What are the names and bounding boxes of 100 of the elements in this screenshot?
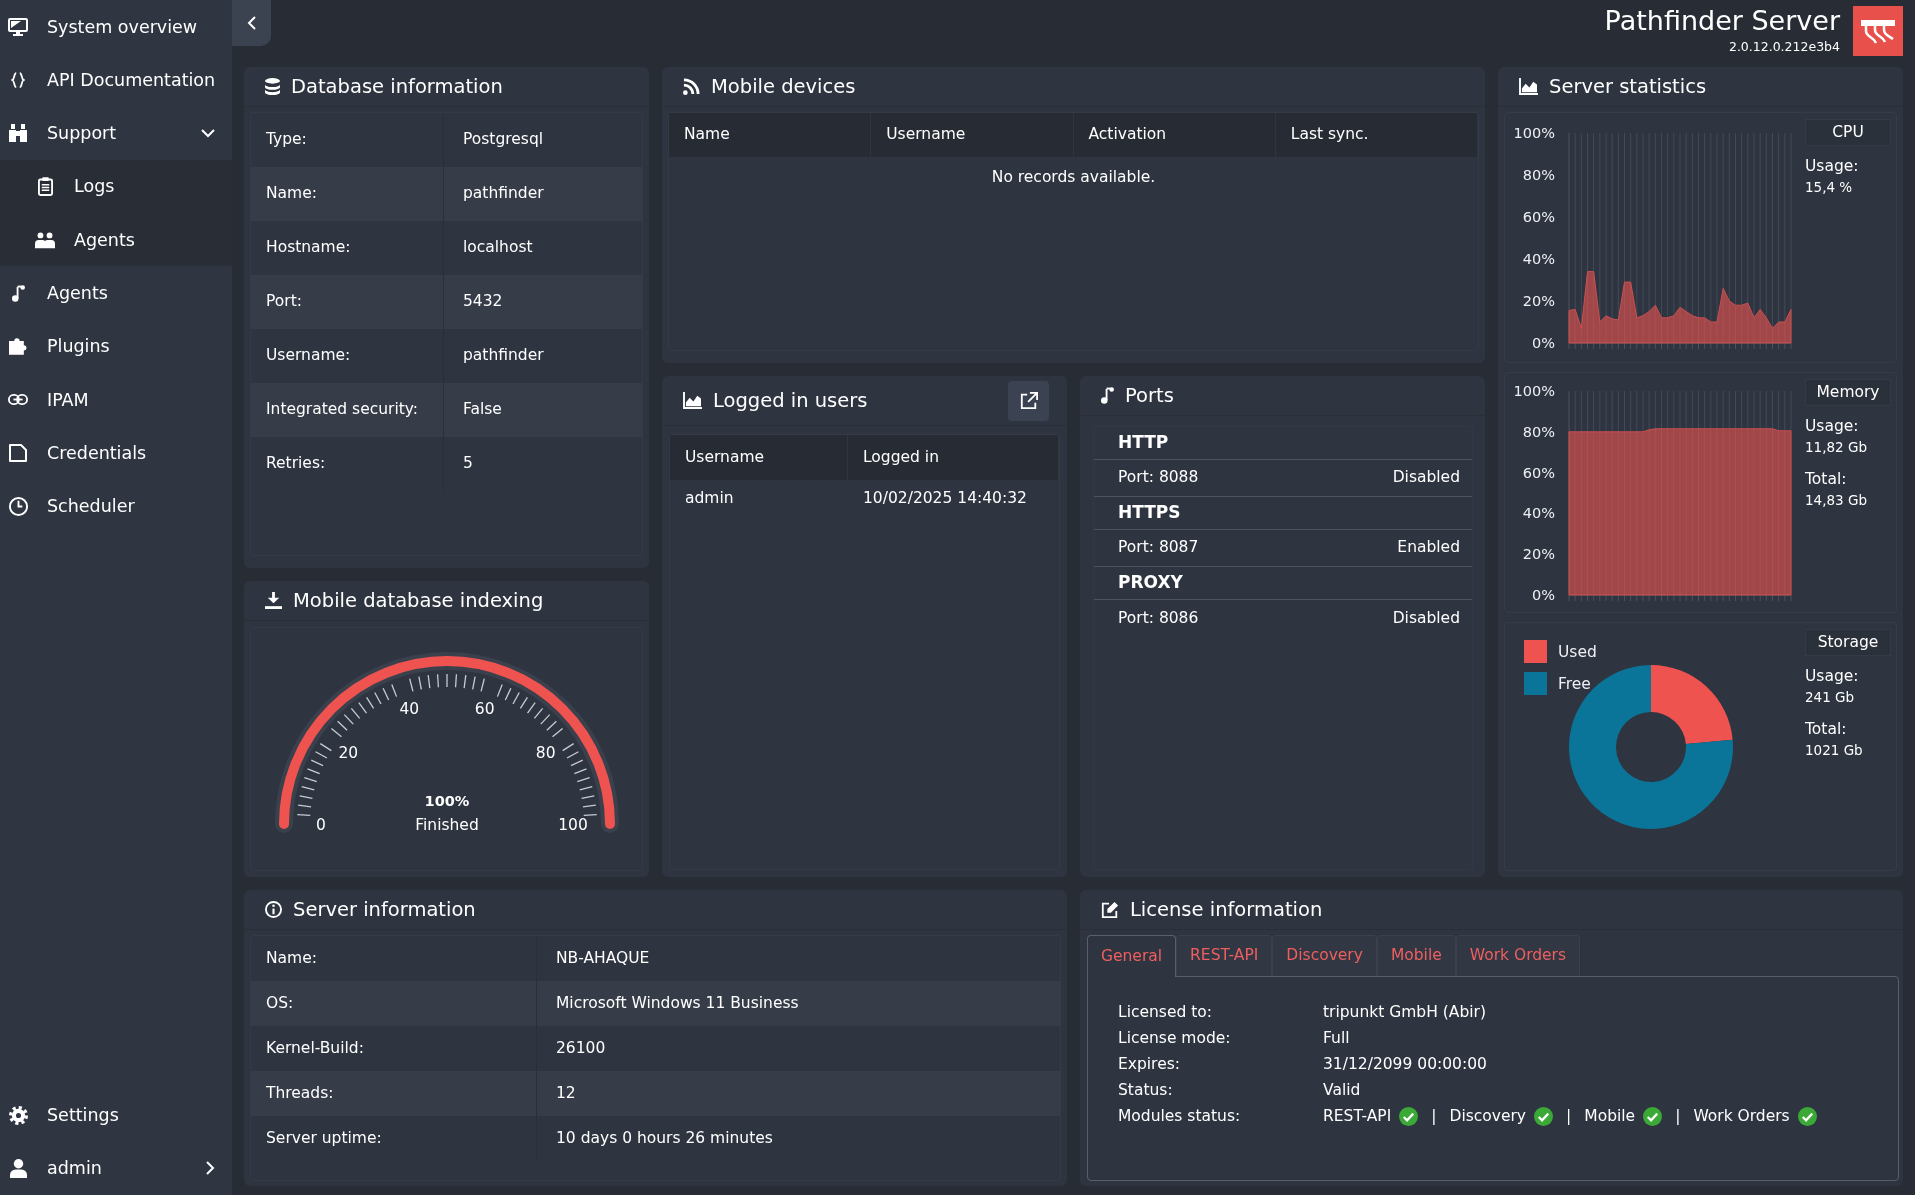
field-value: Microsoft Windows 11 Business <box>555 992 800 1014</box>
field-value: Full <box>1323 1028 1351 1049</box>
y-tick-label: 60% <box>1522 464 1555 481</box>
y-tick-label: 20% <box>1522 293 1555 309</box>
collapse-button[interactable] <box>232 0 271 46</box>
legend-label: Used <box>1558 643 1597 661</box>
column-header: Activation <box>1073 113 1276 157</box>
gauge-label: 0 <box>316 816 326 834</box>
chart-title: CPU <box>1805 119 1891 146</box>
page-icon <box>9 444 27 462</box>
popout-button[interactable] <box>1008 380 1049 421</box>
separator-text: | <box>1431 1106 1437 1127</box>
table-cell-text: admin <box>684 488 735 510</box>
info-icon <box>265 901 282 918</box>
clipboard-icon <box>37 177 53 197</box>
field-label: Retries: <box>251 437 444 491</box>
monitor-icon <box>8 17 28 36</box>
stat-value: 15,4 % <box>1805 178 1854 197</box>
gauge-label: 60 <box>474 700 495 718</box>
field-value: False <box>462 399 503 421</box>
module-name: REST-API <box>1323 1106 1392 1127</box>
stat-label: Usage: <box>1805 416 1860 437</box>
card-title: Ports <box>1125 382 1174 409</box>
field-label: Modules status: <box>1118 1106 1242 1127</box>
field-label: Integrated security: <box>251 383 444 437</box>
note-icon <box>1101 387 1114 404</box>
external-link-icon <box>1019 391 1038 410</box>
sidebar-item[interactable]: System overview <box>0 0 232 54</box>
legend-label: Free <box>1558 675 1591 693</box>
y-tick-label: 40% <box>1522 251 1555 267</box>
y-tick-label: 20% <box>1522 546 1555 563</box>
y-tick-label: 60% <box>1522 209 1555 225</box>
field-label: Server uptime: <box>251 1116 537 1161</box>
braces-icon <box>11 71 25 88</box>
tab[interactable]: REST-API <box>1176 935 1273 976</box>
field-label: OS: <box>251 981 537 1026</box>
field-value: 26100 <box>555 1037 607 1059</box>
card-title: Logged in users <box>713 387 868 414</box>
settings-icon <box>8 1105 28 1125</box>
field-label: Expires: <box>1118 1054 1181 1075</box>
stat-value: 11,82 Gb <box>1805 438 1868 457</box>
stat-label: Usage: <box>1805 156 1860 177</box>
sidebar-item[interactable]: API Documentation <box>0 53 232 107</box>
field-value: pathfinder <box>462 183 545 205</box>
database-icon <box>265 78 280 95</box>
sidebar-item[interactable]: admin <box>0 1141 232 1195</box>
port-group-title: PROXY <box>1094 567 1472 600</box>
separator-text: | <box>1566 1106 1572 1127</box>
stat-label: Total: <box>1805 719 1848 740</box>
users-icon <box>35 230 55 249</box>
stat-value: 1021 Gb <box>1805 741 1864 760</box>
column-header: Logged in <box>848 435 1059 480</box>
y-tick-label: 80% <box>1522 167 1555 183</box>
version-text: 2.0.12.0.212e3b4 <box>1727 39 1840 54</box>
card-title: Server information <box>293 896 476 923</box>
port-number: Port: 8088 <box>1118 467 1199 489</box>
puzzle-icon <box>9 337 27 355</box>
sidebar-item[interactable]: Scheduler <box>0 479 232 533</box>
card-title: Server statistics <box>1549 73 1707 100</box>
y-tick-label: 0% <box>1532 587 1555 603</box>
card-title: Mobile devices <box>711 73 856 100</box>
port-status: Disabled <box>1392 467 1460 489</box>
field-value: 31/12/2099 00:00:00 <box>1323 1054 1488 1075</box>
empty-message: No records available. <box>990 167 1157 188</box>
field-label: Name: <box>251 167 444 221</box>
port-number: Port: 8087 <box>1118 537 1199 559</box>
download-icon <box>265 592 282 609</box>
y-tick-label: 100% <box>1513 125 1555 141</box>
chart-title: Storage <box>1805 629 1891 656</box>
binoculars-icon <box>8 124 28 143</box>
column-header: Name <box>669 113 872 157</box>
tab[interactable]: Mobile <box>1376 935 1456 976</box>
stat-label: Usage: <box>1805 666 1860 687</box>
field-value: Postgresql <box>462 129 545 151</box>
port-number: Port: 8086 <box>1118 607 1199 629</box>
sidebar-item[interactable]: Agents <box>0 213 232 267</box>
y-tick-label: 40% <box>1522 505 1555 522</box>
gauge-label: 20 <box>338 744 359 763</box>
column-header: Last sync. <box>1275 113 1478 157</box>
tab[interactable]: General <box>1087 935 1177 977</box>
sidebar-item[interactable]: Credentials <box>0 426 232 480</box>
chart-icon <box>1519 78 1538 95</box>
sidebar-item[interactable]: Plugins <box>0 319 232 374</box>
sidebar-item[interactable]: Logs <box>0 159 232 214</box>
chevron-left-icon <box>247 16 256 30</box>
field-value: 10 days 0 hours 26 minutes <box>555 1127 774 1149</box>
stat-value: 241 Gb <box>1805 688 1856 707</box>
gauge-label: 100 <box>558 816 588 834</box>
clock-icon <box>8 496 28 516</box>
tab[interactable]: Work Orders <box>1455 935 1581 976</box>
sidebar-item[interactable]: Settings <box>0 1088 232 1142</box>
port-group-title: HTTP <box>1094 427 1472 460</box>
sidebar-item[interactable]: Agents <box>0 266 232 320</box>
sidebar-item[interactable]: IPAM <box>0 373 232 427</box>
tab[interactable]: Discovery <box>1272 935 1377 976</box>
module-name: Discovery <box>1449 1106 1527 1127</box>
module-name: Work Orders <box>1693 1106 1790 1127</box>
sidebar-item[interactable]: Support <box>0 106 232 160</box>
gauge-status: Finished <box>415 816 479 834</box>
user-icon <box>9 1158 27 1178</box>
